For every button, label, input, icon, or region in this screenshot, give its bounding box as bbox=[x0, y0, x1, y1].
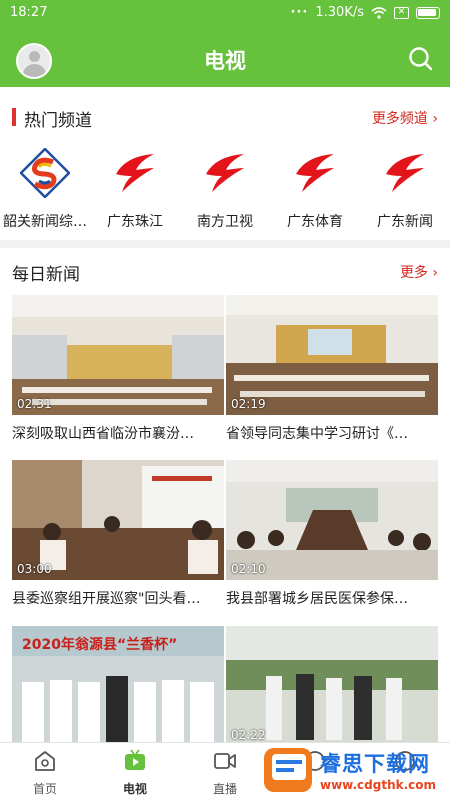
news-card[interactable]: 2020年翁源县“兰香杯” bbox=[12, 626, 224, 746]
tab-live-label: 直播 bbox=[212, 782, 237, 796]
news-thumbnail: 03:00 bbox=[12, 460, 224, 580]
video-duration: 02:31 bbox=[17, 397, 52, 411]
status-icons: ··· 1.30K/s ✕ bbox=[291, 5, 440, 20]
channel-name: 广东珠江 bbox=[107, 214, 163, 230]
news-card[interactable]: 03:00 县委巡察组开展巡察"回头看… bbox=[12, 460, 224, 608]
news-thumbnail: 02:10 bbox=[226, 460, 438, 580]
tab-tv[interactable]: 电视 bbox=[90, 743, 180, 800]
tab-home[interactable]: 首页 bbox=[0, 743, 90, 800]
channel-name: 广东体育 bbox=[287, 214, 343, 230]
watermark-logo-icon bbox=[264, 748, 312, 792]
channel-item[interactable]: 广东新闻 bbox=[360, 145, 450, 240]
tv-icon bbox=[125, 749, 145, 770]
watermark-url: www.cdgthk.com bbox=[320, 778, 437, 792]
channel-item[interactable]: 韶关新闻综… bbox=[0, 145, 90, 240]
daily-news-title: 每日新闻 bbox=[12, 265, 80, 285]
guangdong-logo-icon bbox=[296, 154, 334, 192]
battery-icon bbox=[416, 6, 440, 19]
guangdong-logo-icon bbox=[206, 154, 244, 192]
more-channels-link[interactable]: 更多频道 › bbox=[372, 108, 438, 128]
guangdong-logo-icon bbox=[116, 154, 154, 192]
app-header: 电视 bbox=[0, 28, 450, 87]
news-card[interactable]: 02:10 我县部署城乡居民医保参保… bbox=[226, 460, 438, 608]
site-watermark: 睿思下载网 www.cdgthk.com bbox=[258, 740, 450, 800]
top-bar: 18:27 ··· 1.30K/s ✕ 电视 bbox=[0, 0, 450, 87]
watermark-title: 睿思下载网 bbox=[320, 752, 430, 776]
news-caption: 深刻吸取山西省临汾市襄汾… bbox=[12, 426, 194, 442]
home-icon bbox=[35, 751, 55, 771]
channel-item[interactable]: 广东体育 bbox=[270, 145, 360, 240]
channel-name: 南方卫视 bbox=[197, 214, 253, 230]
tab-tv-label: 电视 bbox=[122, 782, 147, 796]
news-thumbnail: 2020年翁源县“兰香杯” bbox=[12, 626, 224, 746]
video-duration: 02:10 bbox=[231, 562, 266, 576]
news-card[interactable]: 02:31 深刻吸取山西省临汾市襄汾… bbox=[12, 295, 224, 443]
tab-home-label: 首页 bbox=[32, 782, 57, 796]
news-card[interactable]: 02:22 bbox=[226, 626, 438, 746]
news-thumbnail: 02:19 bbox=[226, 295, 438, 415]
news-card[interactable]: 02:19 省领导同志集中学习研讨《… bbox=[226, 295, 438, 443]
channel-list: 韶关新闻综… 广东珠江 南方卫视 广东体育 广东新闻 bbox=[0, 145, 450, 240]
channel-name: 广东新闻 bbox=[377, 214, 433, 230]
channel-item[interactable]: 广东珠江 bbox=[90, 145, 180, 240]
hot-channels-title: 热门频道 bbox=[24, 111, 92, 131]
section-divider bbox=[0, 240, 450, 248]
news-caption: 县委巡察组开展巡察"回头看… bbox=[12, 591, 201, 607]
guangdong-logo-icon bbox=[386, 154, 424, 192]
search-icon[interactable] bbox=[408, 46, 434, 72]
shaoguan-logo-icon bbox=[20, 148, 70, 198]
banner-text: 2020年翁源县“兰香杯” bbox=[22, 637, 178, 653]
wifi-icon bbox=[371, 6, 387, 19]
video-duration: 02:19 bbox=[231, 397, 266, 411]
channel-name: 韶关新闻综… bbox=[3, 214, 87, 230]
status-time: 18:27 bbox=[10, 5, 48, 20]
channel-item[interactable]: 南方卫视 bbox=[180, 145, 270, 240]
net-speed: 1.30K/s bbox=[315, 5, 364, 20]
section-marker bbox=[12, 108, 16, 126]
sim-x-icon: ✕ bbox=[394, 6, 409, 19]
news-caption: 我县部署城乡居民医保参保… bbox=[226, 591, 408, 607]
daily-news-header: 每日新闻 更多 › bbox=[0, 252, 450, 292]
news-thumbnail: 02:22 bbox=[226, 626, 438, 746]
news-caption: 省领导同志集中学习研讨《… bbox=[226, 426, 408, 442]
tab-live[interactable]: 直播 bbox=[180, 743, 270, 800]
more-news-link[interactable]: 更多 › bbox=[400, 262, 438, 282]
video-duration: 03:00 bbox=[17, 562, 52, 576]
hot-channels-header: 热门频道 更多频道 › bbox=[0, 98, 450, 138]
status-bar: 18:27 ··· 1.30K/s ✕ bbox=[0, 0, 450, 28]
live-icon bbox=[214, 753, 236, 769]
page-title: 电视 bbox=[204, 49, 246, 73]
more-dots-icon: ··· bbox=[290, 5, 309, 20]
news-thumbnail: 02:31 bbox=[12, 295, 224, 415]
